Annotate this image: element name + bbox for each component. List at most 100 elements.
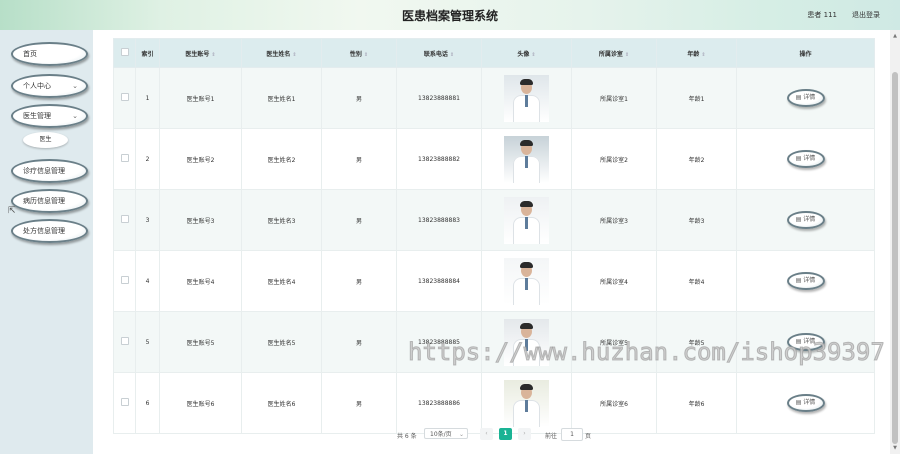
row-room: 所属诊室4 — [571, 250, 657, 312]
detail-button[interactable]: ▤ 详情 — [786, 150, 825, 168]
doctor-avatar — [504, 379, 549, 427]
column-header-phone[interactable]: 联系电话 ⇕ — [396, 38, 482, 68]
table-row: 2 医生账号2 医生姓名2 男 13823888882 所属诊室2 年龄2 ▤ 详情 — [113, 128, 875, 190]
doctor-avatar — [504, 74, 549, 122]
row-room: 所属诊室2 — [571, 128, 657, 190]
row-index: 2 — [135, 128, 160, 190]
row-avatar-cell — [481, 128, 572, 190]
detail-button[interactable]: ▤ 详情 — [786, 333, 825, 351]
next-page-button[interactable]: › — [518, 428, 531, 440]
detail-button[interactable]: ▤ 详情 — [786, 394, 825, 412]
row-gender: 男 — [321, 128, 397, 190]
table-header-row: 索引 医生账号 ⇕ 医生姓名 ⇕ 性别 ⇕ 联系电话 ⇕ 头像 ⇕ 所属诊室 ⇕ 年龄 ⇕ 操… — [113, 38, 875, 68]
sidebar-item-medical-record[interactable]: 病历信息管理 — [11, 189, 88, 213]
column-header-account[interactable]: 医生账号 ⇕ — [159, 38, 242, 68]
row-avatar-cell — [481, 67, 572, 129]
sidebar: 首页 个人中心 ⌄ 医生管理 ⌄ 医生 诊疗信息管理 病历信息管理 处方信息管理 — [0, 30, 93, 454]
row-index: 6 — [135, 372, 160, 434]
sidebar-item-label: 处方信息管理 — [23, 227, 65, 235]
sidebar-item-personal-center[interactable]: 个人中心 ⌄ — [11, 74, 88, 98]
sidebar-item-label: 病历信息管理 — [23, 197, 65, 205]
column-header-actions: 操作 — [736, 38, 875, 68]
row-phone: 13823888883 — [396, 189, 482, 251]
sort-icon[interactable]: ⇕ — [364, 52, 368, 58]
row-account: 医生账号3 — [159, 189, 242, 251]
sidebar-item-label: 首页 — [23, 50, 37, 58]
chevron-down-icon: ⌄ — [72, 112, 78, 120]
row-name: 医生姓名2 — [241, 128, 322, 190]
page-size-value: 10条/页 — [430, 431, 452, 438]
row-room: 所属诊室6 — [571, 372, 657, 434]
row-account: 医生账号2 — [159, 128, 242, 190]
row-index: 5 — [135, 311, 160, 373]
sidebar-item-prescription[interactable]: 处方信息管理 — [11, 219, 88, 243]
row-avatar-cell — [481, 189, 572, 251]
row-age: 年龄4 — [656, 250, 737, 312]
column-header-gender[interactable]: 性别 ⇕ — [321, 38, 397, 68]
scroll-down-icon[interactable]: ▼ — [892, 444, 898, 452]
page-size-select[interactable]: 10条/页 ⌄ — [424, 428, 468, 439]
row-checkbox[interactable] — [113, 372, 136, 434]
sort-icon[interactable]: ⇕ — [450, 52, 454, 58]
sort-icon[interactable]: ⇕ — [701, 52, 705, 58]
table-row: 4 医生账号4 医生姓名4 男 13823888884 所属诊室4 年龄4 ▤ 详情 — [113, 250, 875, 312]
row-phone: 13823888882 — [396, 128, 482, 190]
row-index: 3 — [135, 189, 160, 251]
detail-button[interactable]: ▤ 详情 — [786, 89, 825, 107]
row-room: 所属诊室5 — [571, 311, 657, 373]
sort-icon[interactable]: ⇕ — [211, 52, 215, 58]
row-gender: 男 — [321, 189, 397, 251]
current-user-label: 患者 111 — [807, 11, 837, 19]
sidebar-item-treatment-info[interactable]: 诊疗信息管理 — [11, 159, 88, 183]
detail-button[interactable]: ▤ 详情 — [786, 272, 825, 290]
select-all-checkbox[interactable] — [113, 38, 136, 68]
goto-label: 前往 — [545, 433, 558, 440]
row-actions: ▤ 详情 — [736, 372, 875, 434]
row-avatar-cell — [481, 372, 572, 434]
row-checkbox[interactable] — [113, 67, 136, 129]
doctor-avatar — [504, 318, 549, 366]
row-actions: ▤ 详情 — [736, 311, 875, 373]
chevron-down-icon: ⌄ — [458, 431, 464, 438]
row-account: 医生账号6 — [159, 372, 242, 434]
row-room: 所属诊室3 — [571, 189, 657, 251]
goto-page-input[interactable]: 1 — [561, 428, 583, 441]
sort-icon[interactable]: ⇕ — [292, 52, 296, 58]
row-age: 年龄6 — [656, 372, 737, 434]
row-actions: ▤ 详情 — [736, 67, 875, 129]
prev-page-button[interactable]: ‹ — [480, 428, 493, 440]
row-index: 4 — [135, 250, 160, 312]
sidebar-item-doctor-management[interactable]: 医生管理 ⌄ — [11, 104, 88, 128]
page-number-1[interactable]: 1 — [499, 428, 512, 440]
column-header-name[interactable]: 医生姓名 ⇕ — [241, 38, 322, 68]
sidebar-item-label: 诊疗信息管理 — [23, 167, 65, 175]
scroll-up-icon[interactable]: ▲ — [892, 32, 898, 40]
row-name: 医生姓名3 — [241, 189, 322, 251]
column-header-index: 索引 — [135, 38, 160, 68]
scrollbar-thumb[interactable] — [892, 72, 898, 444]
sort-icon[interactable]: ⇕ — [625, 52, 629, 58]
sidebar-item-home[interactable]: 首页 — [11, 42, 88, 66]
column-header-avatar[interactable]: 头像 ⇕ — [481, 38, 572, 68]
page-scrollbar[interactable]: ▲ ▼ — [890, 30, 900, 454]
row-account: 医生账号4 — [159, 250, 242, 312]
detail-button[interactable]: ▤ 详情 — [786, 211, 825, 229]
logout-link[interactable]: 退出登录 — [852, 10, 880, 20]
row-checkbox[interactable] — [113, 311, 136, 373]
doctor-avatar — [504, 257, 549, 305]
row-phone: 13823888881 — [396, 67, 482, 129]
sidebar-subitem-doctor[interactable]: 医生 — [23, 132, 68, 148]
row-actions: ▤ 详情 — [736, 189, 875, 251]
table-row: 6 医生账号6 医生姓名6 男 13823888886 所属诊室6 年龄6 ▤ 详情 — [113, 372, 875, 434]
row-avatar-cell — [481, 311, 572, 373]
row-checkbox[interactable] — [113, 128, 136, 190]
row-gender: 男 — [321, 372, 397, 434]
row-age: 年龄5 — [656, 311, 737, 373]
column-header-room[interactable]: 所属诊室 ⇕ — [571, 38, 657, 68]
row-checkbox[interactable] — [113, 189, 136, 251]
column-header-age[interactable]: 年龄 ⇕ — [656, 38, 737, 68]
pagination: 共 6 条 10条/页 ⌄ ‹ 1 › 前往 1 页 — [93, 428, 890, 444]
row-avatar-cell — [481, 250, 572, 312]
sort-icon[interactable]: ⇕ — [531, 52, 535, 58]
row-checkbox[interactable] — [113, 250, 136, 312]
